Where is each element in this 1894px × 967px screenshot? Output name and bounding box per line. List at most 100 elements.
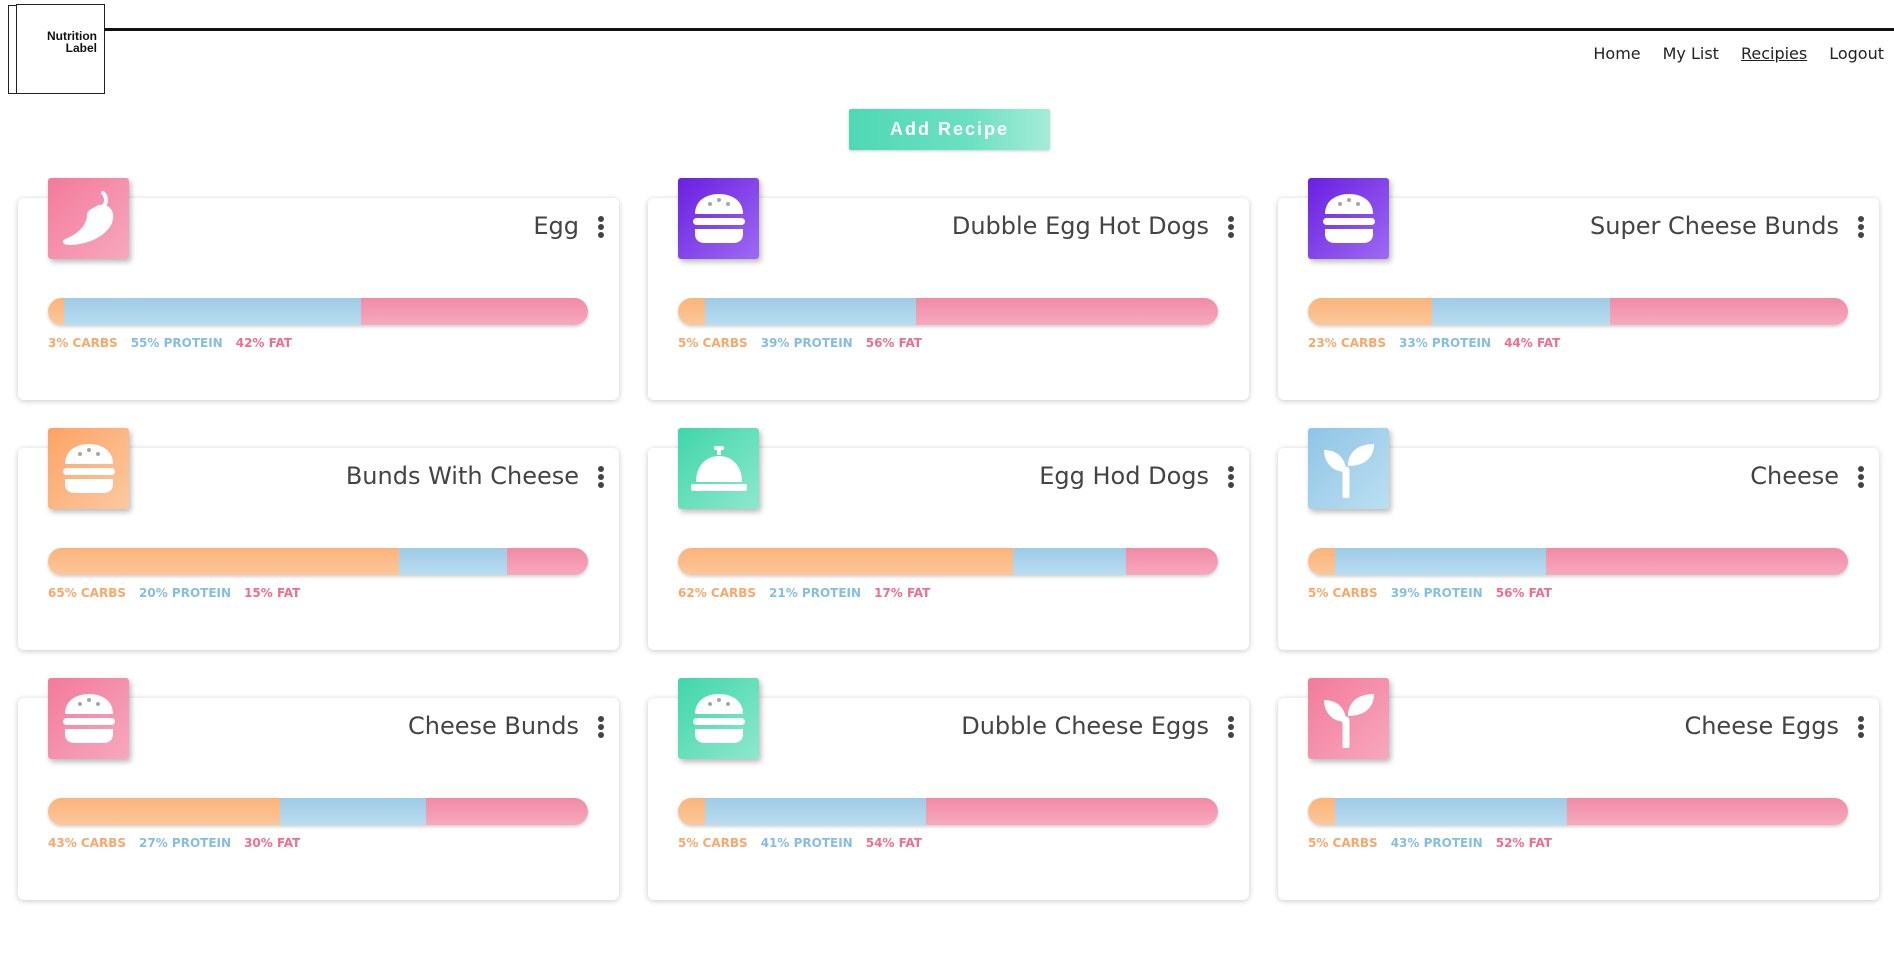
more-options-icon[interactable] (1854, 214, 1868, 240)
carbs-label: 3% CARBS (48, 336, 118, 350)
recipe-title: Cheese Bunds (407, 712, 579, 740)
protein-label: 41% PROTEIN (760, 836, 853, 850)
carbs-segment (1308, 548, 1335, 575)
macro-bar (678, 798, 1218, 825)
recipe-grid: Egg 3% CARBS 55% PROTEIN 42% FAT Dubble … (18, 178, 1879, 900)
recipe-title: Dubble Egg Hot Dogs (951, 212, 1209, 240)
macro-labels: 65% CARBS 20% PROTEIN 15% FAT (48, 586, 300, 600)
hamburger-icon (48, 678, 129, 759)
hamburger-icon (1308, 178, 1389, 259)
carbs-label: 62% CARBS (678, 586, 757, 600)
fat-label: 54% FAT (865, 836, 922, 850)
more-options-icon[interactable] (1224, 214, 1238, 240)
fat-segment (361, 298, 588, 325)
protein-segment (399, 548, 507, 575)
hamburger-icon (678, 178, 759, 259)
fat-label: 42% FAT (235, 336, 292, 350)
macro-bar (1308, 298, 1848, 325)
protein-label: 39% PROTEIN (760, 336, 853, 350)
protein-segment (64, 298, 362, 325)
add-recipe-button[interactable]: Add Recipe (849, 109, 1050, 150)
fat-label: 56% FAT (1495, 586, 1552, 600)
protein-label: 20% PROTEIN (139, 586, 232, 600)
fat-segment (1567, 798, 1848, 825)
logo-text: Nutrition Label (47, 30, 97, 54)
recipe-card[interactable]: Bunds With Cheese 65% CARBS 20% PROTEIN … (18, 428, 619, 650)
carbs-segment (678, 798, 705, 825)
nav-recipies[interactable]: Recipies (1741, 44, 1807, 63)
recipe-title: Super Cheese Bunds (1590, 212, 1839, 240)
recipe-card[interactable]: Cheese 5% CARBS 39% PROTEIN 56% FAT (1278, 428, 1879, 650)
fat-label: 15% FAT (244, 586, 301, 600)
recipe-card[interactable]: Super Cheese Bunds 23% CARBS 33% PROTEIN… (1278, 178, 1879, 400)
macro-labels: 5% CARBS 39% PROTEIN 56% FAT (1308, 586, 1552, 600)
carbs-label: 65% CARBS (48, 586, 127, 600)
carbs-segment (1308, 798, 1335, 825)
carbs-segment (1308, 298, 1433, 325)
fat-label: 17% FAT (874, 586, 931, 600)
more-options-icon[interactable] (1854, 464, 1868, 490)
fat-segment (1126, 548, 1218, 575)
recipe-title: Dubble Cheese Eggs (961, 712, 1209, 740)
fat-segment (915, 298, 1218, 325)
carbs-segment (678, 548, 1013, 575)
macro-labels: 5% CARBS 41% PROTEIN 54% FAT (678, 836, 922, 850)
more-options-icon[interactable] (1854, 714, 1868, 740)
carbs-label: 5% CARBS (1308, 836, 1378, 850)
fat-segment (425, 798, 588, 825)
pepper-icon (48, 178, 129, 259)
more-options-icon[interactable] (594, 714, 608, 740)
more-options-icon[interactable] (1224, 714, 1238, 740)
fat-label: 56% FAT (865, 336, 922, 350)
fat-label: 52% FAT (1495, 836, 1552, 850)
protein-label: 55% PROTEIN (130, 336, 223, 350)
carbs-label: 5% CARBS (678, 836, 748, 850)
macro-bar (678, 548, 1218, 575)
protein-segment (1432, 298, 1611, 325)
nav-logout[interactable]: Logout (1829, 44, 1884, 63)
seedling-icon (1308, 678, 1389, 759)
macro-labels: 43% CARBS 27% PROTEIN 30% FAT (48, 836, 300, 850)
protein-segment (705, 298, 916, 325)
protein-label: 39% PROTEIN (1390, 586, 1483, 600)
carbs-label: 5% CARBS (678, 336, 748, 350)
recipe-title: Bunds With Cheese (345, 462, 579, 490)
logo-box: Nutrition Label (16, 4, 105, 94)
macro-labels: 23% CARBS 33% PROTEIN 44% FAT (1308, 336, 1560, 350)
more-options-icon[interactable] (594, 464, 608, 490)
recipe-card[interactable]: Egg Hod Dogs 62% CARBS 21% PROTEIN 17% F… (648, 428, 1249, 650)
recipe-title: Egg Hod Dogs (1039, 462, 1209, 490)
protein-segment (1335, 548, 1546, 575)
macro-labels: 3% CARBS 55% PROTEIN 42% FAT (48, 336, 292, 350)
macro-bar (48, 798, 588, 825)
recipe-card[interactable]: Cheese Bunds 43% CARBS 27% PROTEIN 30% F… (18, 678, 619, 900)
macro-labels: 5% CARBS 43% PROTEIN 52% FAT (1308, 836, 1552, 850)
logo[interactable]: Nutrition Label (8, 4, 105, 94)
macro-bar (678, 298, 1218, 325)
carbs-segment (678, 298, 705, 325)
carbs-segment (48, 548, 399, 575)
nav-home[interactable]: Home (1593, 44, 1640, 63)
protein-segment (280, 798, 426, 825)
logo-line-2: Label (65, 41, 97, 55)
protein-segment (1012, 548, 1127, 575)
recipe-card[interactable]: Dubble Egg Hot Dogs 5% CARBS 39% PROTEIN… (648, 178, 1249, 400)
carbs-label: 5% CARBS (1308, 586, 1378, 600)
protein-label: 33% PROTEIN (1399, 336, 1492, 350)
more-options-icon[interactable] (594, 214, 608, 240)
fat-segment (1545, 548, 1848, 575)
macro-labels: 5% CARBS 39% PROTEIN 56% FAT (678, 336, 922, 350)
fat-segment (926, 798, 1218, 825)
carbs-label: 43% CARBS (48, 836, 127, 850)
recipe-card[interactable]: Egg 3% CARBS 55% PROTEIN 42% FAT (18, 178, 619, 400)
protein-label: 21% PROTEIN (769, 586, 862, 600)
recipe-title: Egg (533, 212, 579, 240)
nav-my-list[interactable]: My List (1663, 44, 1719, 63)
more-options-icon[interactable] (1224, 464, 1238, 490)
concierge-bell-icon (678, 428, 759, 509)
recipe-card[interactable]: Dubble Cheese Eggs 5% CARBS 41% PROTEIN … (648, 678, 1249, 900)
macro-bar (48, 548, 588, 575)
protein-label: 27% PROTEIN (139, 836, 232, 850)
recipe-card[interactable]: Cheese Eggs 5% CARBS 43% PROTEIN 52% FAT (1278, 678, 1879, 900)
fat-segment (1610, 298, 1848, 325)
